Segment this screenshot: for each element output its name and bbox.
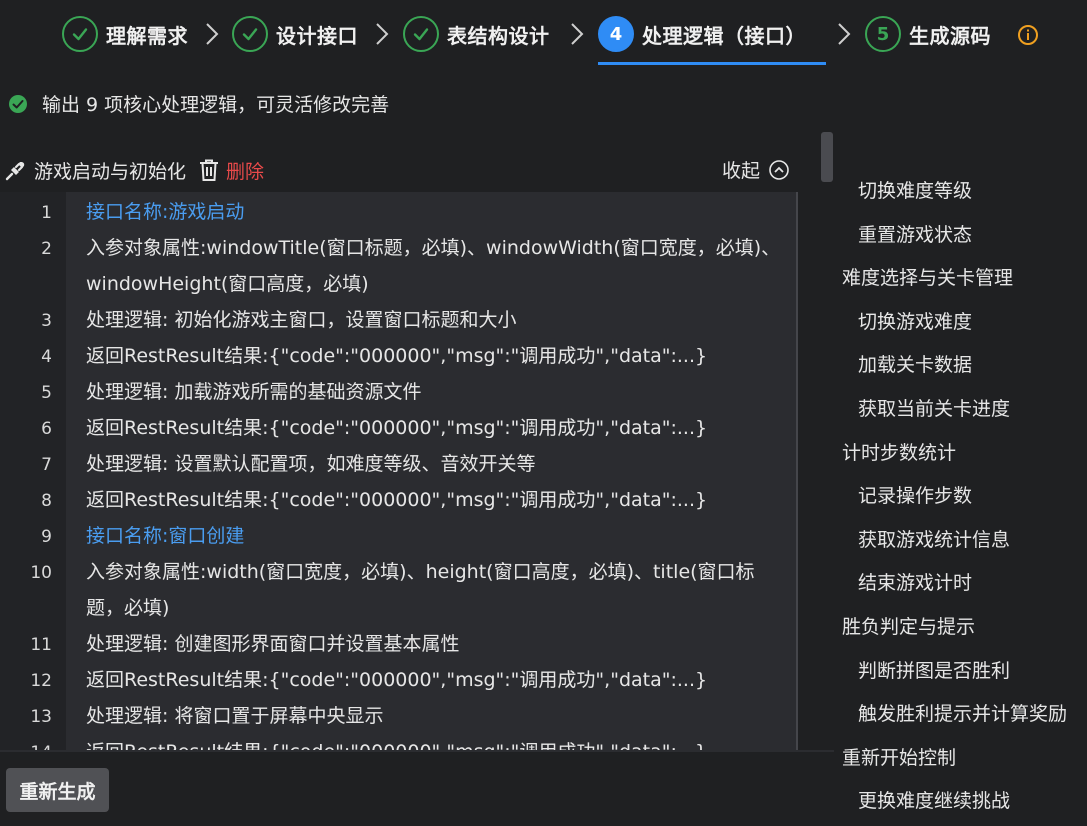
outline-sub-item[interactable]: 更换难度继续挑战: [858, 786, 1010, 813]
step-1[interactable]: 理解需求: [62, 14, 188, 54]
step-5[interactable]: 5 生成源码: [865, 14, 991, 54]
step-2[interactable]: 设计接口: [232, 14, 358, 54]
chevron-right-icon: [206, 23, 219, 45]
outline-sub-item[interactable]: 结束游戏计时: [858, 568, 972, 595]
status-message: 输出 9 项核心处理逻辑，可灵活修改完善: [42, 94, 390, 116]
code-line[interactable]: 11 处理逻辑: 创建图形界面窗口并设置基本属性: [0, 626, 798, 662]
line-number: 10: [30, 563, 52, 583]
code-line[interactable]: 13 处理逻辑: 将窗口置于屏幕中央显示: [0, 698, 798, 734]
active-step-underline: [598, 62, 826, 65]
code-line[interactable]: 2 入参对象属性:windowTitle(窗口标题，必填)、windowWidth…: [0, 230, 798, 302]
outline-sub-item[interactable]: 加载关卡数据: [858, 350, 972, 377]
code-text: 返回RestResult结果:{"code":"000000","msg":"调…: [86, 345, 708, 367]
scrollbar-thumb[interactable]: [821, 132, 833, 182]
outline-sub-item[interactable]: 获取当前关卡进度: [858, 394, 1010, 421]
code-line[interactable]: 8 返回RestResult结果:{"code":"000000","msg":"…: [0, 482, 798, 518]
code-text: 入参对象属性:width(窗口宽度，必填)、height(窗口高度，必填)、ti…: [86, 561, 755, 619]
code-line[interactable]: 14 返回RestResult结果:{"code":"000000","msg":…: [0, 734, 798, 750]
code-line[interactable]: 7 处理逻辑: 设置默认配置项，如难度等级、音效开关等: [0, 446, 798, 482]
line-number: 7: [41, 455, 52, 475]
outline-sub-item[interactable]: 切换游戏难度: [858, 307, 972, 334]
outline-sub-item[interactable]: 重置游戏状态: [858, 220, 972, 247]
code-editor[interactable]: 1 接口名称:游戏启动 2 入参对象属性:windowTitle(窗口标题，必填)、w…: [0, 192, 798, 750]
outline-sub-item[interactable]: 切换难度等级: [858, 176, 972, 203]
outline-group-item[interactable]: 胜负判定与提示: [842, 612, 975, 639]
outline-sub-item[interactable]: 记录操作步数: [858, 481, 972, 508]
code-text: 返回RestResult结果:{"code":"000000","msg":"调…: [86, 669, 708, 691]
step-label: 表结构设计: [447, 23, 550, 48]
code-line[interactable]: 12 返回RestResult结果:{"code":"000000","msg":…: [0, 662, 798, 698]
outline-sub-item[interactable]: 触发胜利提示并计算奖励: [858, 699, 1067, 726]
step-label: 理解需求: [106, 23, 188, 48]
stepper: 理解需求 设计接口 表结构设计 4 处理逻辑（接口） 5 生成源码: [0, 0, 1087, 66]
line-number: 5: [41, 383, 52, 403]
step-number-4: 4: [598, 16, 634, 52]
outline-group-item[interactable]: 重新开始控制: [842, 743, 956, 770]
outline-sub-item[interactable]: 获取游戏统计信息: [858, 525, 1010, 552]
interface-name-line: 接口名称:游戏启动: [86, 201, 245, 223]
step-label: 设计接口: [276, 23, 358, 48]
code-line[interactable]: 1 接口名称:游戏启动: [0, 194, 798, 230]
step-label: 处理逻辑（接口）: [642, 23, 806, 48]
step-number-5: 5: [865, 16, 901, 52]
code-text: 入参对象属性:windowTitle(窗口标题，必填)、windowWidth(…: [86, 237, 781, 295]
chevron-right-icon: [571, 23, 584, 45]
code-text: 返回RestResult结果:{"code":"000000","msg":"调…: [86, 489, 708, 511]
outline-group-item[interactable]: 计时步数统计: [842, 438, 956, 465]
trash-icon: [200, 159, 219, 181]
line-number: 1: [41, 203, 52, 223]
check-icon: [232, 16, 268, 52]
line-number: 8: [41, 491, 52, 511]
line-number: 11: [30, 635, 52, 655]
delete-label: 删除: [226, 160, 265, 183]
code-line[interactable]: 3 处理逻辑: 初始化游戏主窗口，设置窗口标题和大小: [0, 302, 798, 338]
check-icon: [403, 16, 439, 52]
app-root: 理解需求 设计接口 表结构设计 4 处理逻辑（接口） 5 生成源码 输出 9 项…: [0, 0, 1087, 826]
code-text: 返回RestResult结果:{"code":"000000","msg":"调…: [86, 417, 708, 439]
step-label: 生成源码: [909, 23, 991, 48]
line-number: 13: [30, 707, 52, 727]
collapse-label: 收起: [721, 160, 760, 182]
code-line[interactable]: 10 入参对象属性:width(窗口宽度，必填)、height(窗口高度，必填)、…: [0, 554, 798, 626]
editor-border: [796, 192, 798, 750]
step-4[interactable]: 4 处理逻辑（接口）: [598, 14, 806, 54]
code-line[interactable]: 6 返回RestResult结果:{"code":"000000","msg":"…: [0, 410, 798, 446]
chevron-up-circle-icon: [769, 159, 789, 180]
line-number: 9: [41, 527, 52, 547]
delete-button[interactable]: 删除: [198, 157, 264, 184]
step-3[interactable]: 表结构设计: [403, 14, 550, 54]
plug-icon: [5, 162, 25, 181]
line-number: 12: [30, 671, 52, 691]
code-line[interactable]: 4 返回RestResult结果:{"code":"000000","msg":"…: [0, 338, 798, 374]
regenerate-button[interactable]: 重新生成: [6, 768, 109, 812]
collapse-button[interactable]: 收起: [722, 156, 790, 183]
code-text: 处理逻辑: 初始化游戏主窗口，设置窗口标题和大小: [86, 309, 517, 331]
code-text: 处理逻辑: 创建图形界面窗口并设置基本属性: [86, 633, 460, 655]
code-text: 处理逻辑: 设置默认配置项，如难度等级、音效开关等: [86, 453, 536, 475]
chevron-right-icon: [376, 23, 389, 45]
code-text: 返回RestResult结果:{"code":"000000","msg":"调…: [86, 734, 786, 750]
code-line[interactable]: 9 接口名称:窗口创建: [0, 518, 798, 554]
info-icon[interactable]: [1017, 24, 1039, 46]
line-number: 3: [41, 311, 52, 331]
status-line: 输出 9 项核心处理逻辑，可灵活修改完善: [8, 90, 389, 117]
outline-group-item[interactable]: 难度选择与关卡管理: [842, 263, 1013, 290]
interface-name-line: 接口名称:窗口创建: [86, 525, 245, 547]
success-check-icon: [9, 94, 27, 113]
code-line[interactable]: 5 处理逻辑: 加载游戏所需的基础资源文件: [0, 374, 798, 410]
line-number: 4: [41, 347, 52, 367]
logic-group-header: 游戏启动与初始化 删除 收起: [4, 152, 796, 188]
group-title: 游戏启动与初始化: [34, 160, 187, 183]
line-number: 14: [0, 743, 52, 750]
line-number: 6: [41, 419, 52, 439]
outline-sub-item[interactable]: 判断拼图是否胜利: [858, 656, 1010, 683]
line-number: 2: [41, 239, 52, 259]
divider: [0, 750, 834, 752]
code-text: 处理逻辑: 将窗口置于屏幕中央显示: [86, 705, 384, 727]
code-text: 处理逻辑: 加载游戏所需的基础资源文件: [86, 381, 422, 403]
chevron-right-icon: [838, 23, 851, 45]
check-icon: [62, 16, 98, 52]
